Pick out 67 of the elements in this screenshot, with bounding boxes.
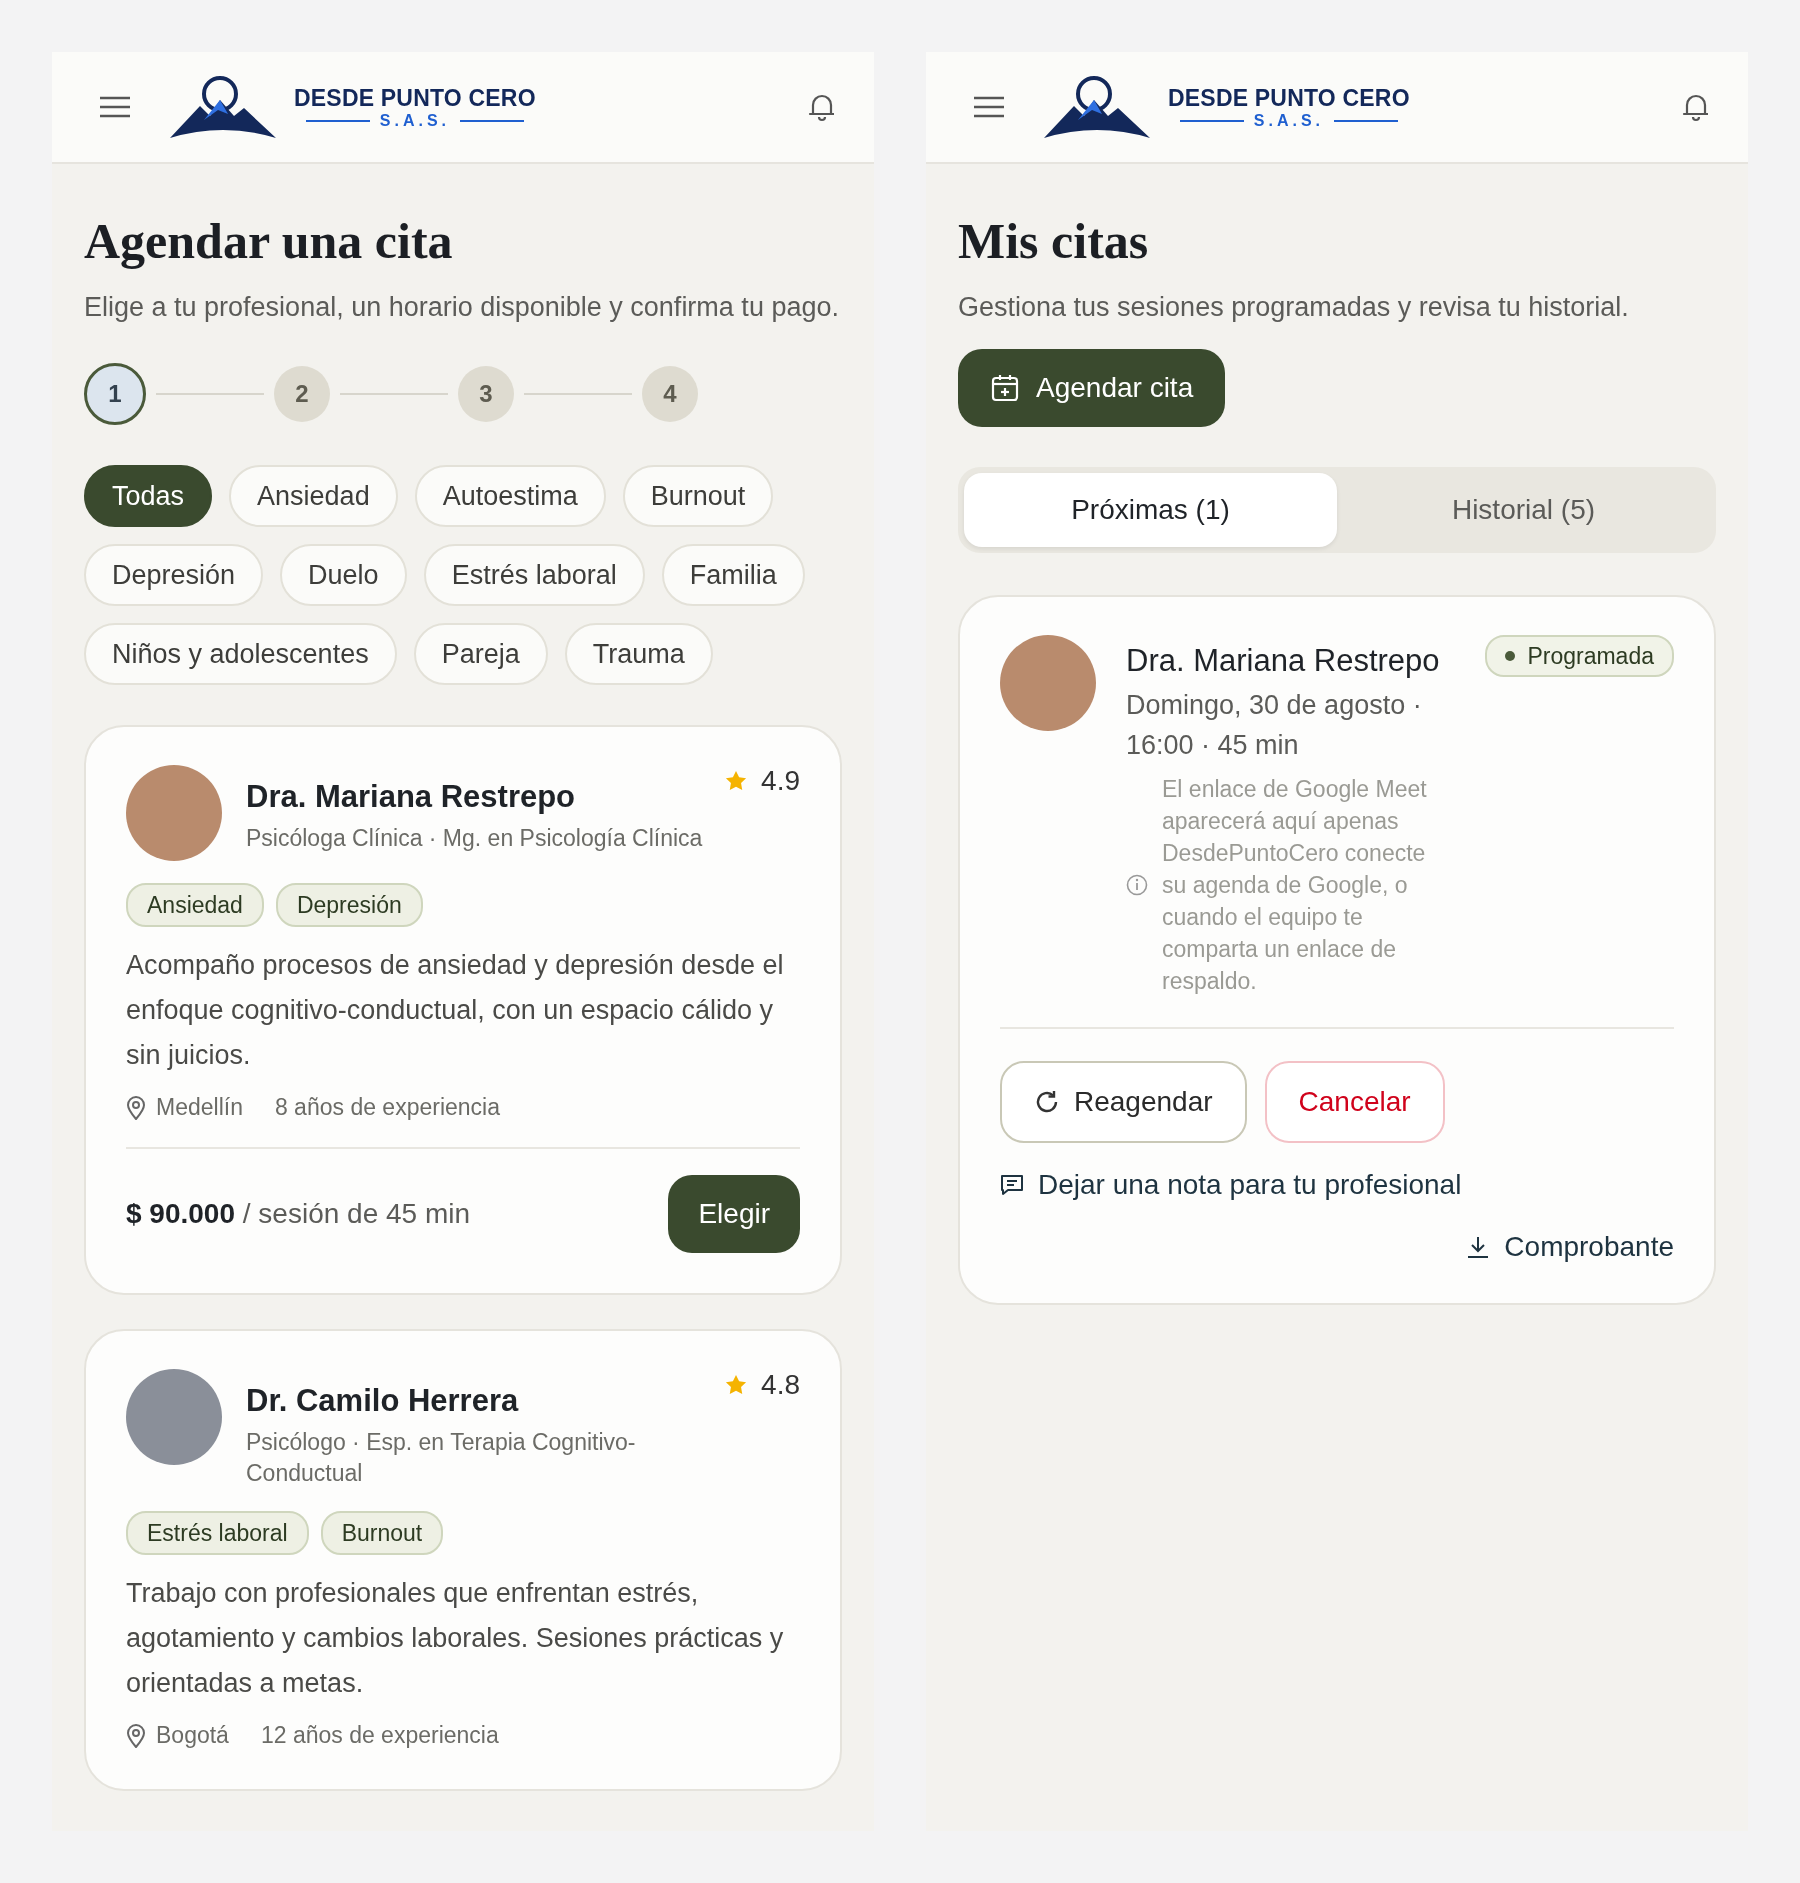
filter-chip[interactable]: Estrés laboral [423,544,645,606]
professional-name: Dra. Mariana Restrepo [246,779,577,815]
city-text: Medellín [156,1094,243,1121]
page-subtitle: Gestiona tus sesiones programadas y revisa tu historial. [958,292,1630,323]
professional-bio: Acompaño procesos de ansiedad y depresión desde el enfoque cognitivo-conductual, con un espacio cálido y sin juicios. [126,949,785,1072]
specialty-tag: Depresión [275,883,423,927]
location-pin-icon [126,1095,146,1120]
mountain-logo-icon [170,74,276,140]
specialty-tag: Estrés laboral [126,1511,309,1555]
specialty-tag: Ansiedad [126,883,264,927]
filter-chip[interactable]: Familia [661,544,805,606]
meet-link-note: El enlace de Google Meet aparecerá aquí apenas DesdePuntoCero conecte su agenda de Google, o cuando el equipo te comparta un enlace de respaldo. [1162,775,1428,996]
step-indicator: 4 [642,366,698,422]
rating-value: 4.9 [761,765,800,797]
reschedule-button[interactable]: Reagendar [1000,1061,1247,1143]
star-icon [725,1374,748,1396]
filter-chip[interactable]: Trauma [564,623,713,685]
filter-chip[interactable]: Burnout [622,465,774,527]
filter-chip[interactable]: Autoestima [414,465,606,527]
leave-note-link[interactable]: Dejar una nota para tu profesional [1000,1169,1462,1201]
info-icon [1126,874,1148,896]
location-pin-icon [126,1723,146,1748]
brand-subtitle: S.A.S. [379,111,450,130]
mountain-logo-icon [1044,74,1150,140]
page-title: Mis citas [958,212,1150,270]
star-icon [725,770,748,792]
price-text: $ 90.000 / sesión de 45 min [126,1198,471,1230]
appointment-datetime: Domingo, 30 de agosto · 16:00 · 45 min [1126,689,1423,762]
step-indicator: 3 [458,366,514,422]
professional-name: Dr. Camilo Herrera [246,1383,520,1419]
experience-text: 12 años de experiencia [260,1722,499,1749]
filter-chip[interactable]: Niños y adolescentes [84,623,397,685]
refresh-icon [1034,1089,1060,1115]
menu-icon[interactable] [100,96,130,118]
professional-title: Psicólogo · Esp. en Terapia Cognitivo-Conductual [246,1428,637,1488]
tab[interactable]: Historial (5) [1337,473,1710,547]
cancel-button[interactable]: Cancelar [1264,1061,1445,1143]
filter-chip[interactable]: Pareja [413,623,548,685]
brand-name: DESDE PUNTO CERO [294,84,536,112]
filter-chip[interactable]: Ansiedad [229,465,398,527]
professional-name: Dra. Mariana Restrepo [1126,643,1441,679]
notification-bell-icon[interactable] [808,92,836,122]
experience-text: 8 años de experiencia [274,1094,500,1121]
status-badge: Programada [1485,635,1674,677]
tab[interactable]: Próximas (1) [964,473,1337,547]
chat-icon [1000,1173,1024,1197]
city-text: Bogotá [156,1722,229,1749]
professional-bio: Trabajo con profesionales que enfrentan estrés, agotamiento y cambios laborales. Sesiones prácticas y orientadas a metas. [126,1577,785,1700]
menu-icon[interactable] [974,96,1004,118]
rating-value: 4.8 [761,1369,800,1401]
step-indicator: 1 [84,363,146,425]
notification-bell-icon[interactable] [1682,92,1710,122]
calendar-plus-icon [990,373,1020,403]
brand-name: DESDE PUNTO CERO [1168,84,1410,112]
professional-title: Psicóloga Clínica · Mg. en Psicología Clínica [246,824,704,853]
filter-chip[interactable]: Depresión [84,544,264,606]
download-icon [1466,1235,1491,1259]
page-subtitle: Elige a tu profesional, un horario disponible y confirma tu pago. [84,292,840,323]
choose-button[interactable]: Elegir [668,1175,800,1253]
receipt-download-link[interactable]: Comprobante [1466,1231,1674,1263]
filter-chip[interactable]: Duelo [280,544,407,606]
page-title: Agendar una cita [84,212,454,270]
schedule-appointment-button[interactable]: Agendar cita [958,349,1226,427]
step-indicator: 2 [274,366,330,422]
brand-subtitle: S.A.S. [1253,111,1324,130]
filter-chip[interactable]: Todas [84,465,213,527]
specialty-tag: Burnout [320,1511,444,1555]
